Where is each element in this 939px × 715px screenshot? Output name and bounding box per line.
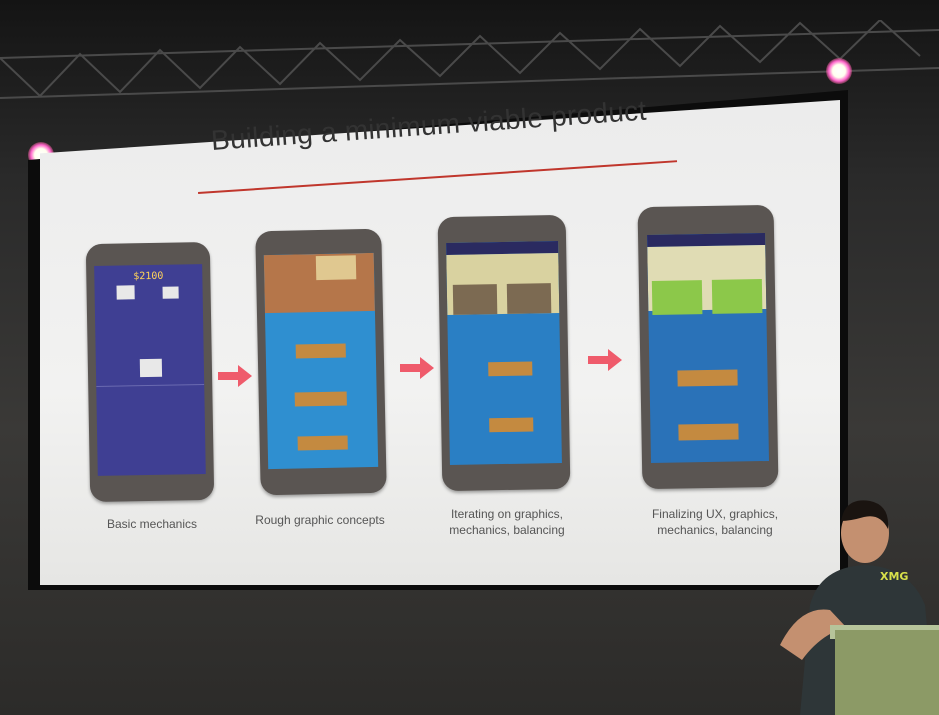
phone-basic-mechanics: $2100 xyxy=(85,241,215,503)
stage-light-right xyxy=(826,58,852,84)
office-room xyxy=(711,279,763,314)
desk-sprite xyxy=(295,343,346,359)
phone-iterating xyxy=(437,214,571,492)
caption-basic-mechanics: Basic mechanics xyxy=(106,517,198,531)
pixel-sprite xyxy=(162,286,179,299)
office-room xyxy=(452,284,498,315)
phone-rough-graphics xyxy=(255,228,387,496)
lectern xyxy=(835,630,939,715)
arrow-right-icon xyxy=(400,357,434,379)
phone-screen xyxy=(647,232,769,464)
office-room xyxy=(506,283,552,314)
arrow-right-icon xyxy=(588,349,622,371)
desk-sprite xyxy=(489,417,534,433)
pixel-sprite xyxy=(139,358,163,378)
phone-screen xyxy=(263,252,379,470)
caption-iterating: Iterating on graphics, mechanics, balanc… xyxy=(449,507,565,537)
shirt-logo: XMG xyxy=(880,570,909,583)
arrow-right-icon xyxy=(218,365,252,387)
desk-sprite xyxy=(488,361,533,377)
office-room xyxy=(651,280,703,315)
pixel-sprite xyxy=(116,285,135,300)
divider-line xyxy=(96,384,205,387)
caption-rough-graphics: Rough graphic concepts xyxy=(255,513,385,527)
phone-screen xyxy=(446,241,562,465)
score-text: $2100 xyxy=(133,270,164,283)
desk-sprite xyxy=(294,391,347,407)
phone-finalizing xyxy=(637,204,779,490)
phone-screen: $2100 xyxy=(94,264,206,476)
desk-sprite xyxy=(678,423,739,441)
desk-sprite xyxy=(297,435,348,451)
desk-sprite xyxy=(677,369,738,387)
office-room xyxy=(315,255,357,281)
